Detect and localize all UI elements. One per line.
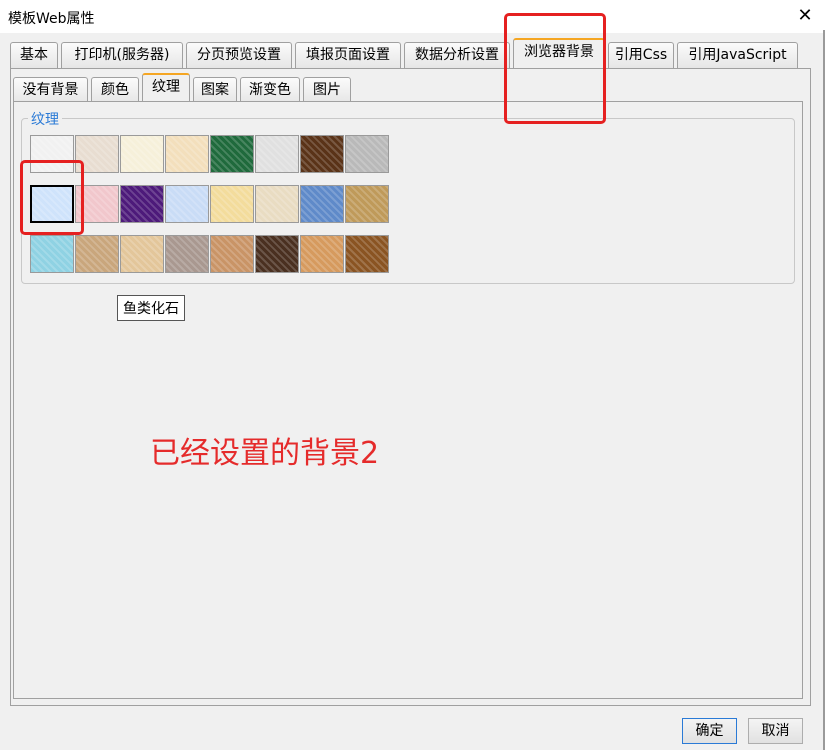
texture-group: 纹理 (21, 109, 795, 284)
tab-basic[interactable]: 基本 (10, 42, 58, 68)
texture-swatch[interactable] (345, 185, 389, 223)
subtab-no-background[interactable]: 没有背景 (13, 77, 88, 103)
texture-swatch[interactable] (255, 135, 299, 173)
tab-ref-javascript[interactable]: 引用JavaScript (677, 42, 798, 68)
subtab-color[interactable]: 颜色 (91, 77, 139, 103)
texture-swatch[interactable] (120, 135, 164, 173)
texture-swatch[interactable] (120, 185, 164, 223)
texture-swatch[interactable] (30, 235, 74, 273)
subtab-image[interactable]: 图片 (303, 77, 351, 103)
title-bar: 模板Web属性 ✕ (0, 0, 825, 34)
tab-ref-css[interactable]: 引用Css (608, 42, 674, 68)
texture-tooltip: 鱼类化石 (117, 295, 185, 321)
ok-button[interactable]: 确定 (682, 718, 737, 744)
texture-swatch[interactable] (300, 235, 344, 273)
highlight-box-tab (504, 13, 606, 124)
texture-swatch[interactable] (255, 235, 299, 273)
window-title: 模板Web属性 (8, 11, 95, 27)
highlight-box-swatch (20, 160, 84, 235)
texture-swatch[interactable] (165, 185, 209, 223)
texture-swatch[interactable] (120, 235, 164, 273)
texture-swatch[interactable] (165, 135, 209, 173)
texture-swatch[interactable] (345, 235, 389, 273)
tab-printer-server[interactable]: 打印机(服务器) (61, 42, 183, 68)
browser-background-panel: 没有背景 颜色 纹理 图案 渐变色 图片 纹理 (10, 68, 811, 706)
texture-swatch[interactable] (210, 235, 254, 273)
subtab-gradient[interactable]: 渐变色 (240, 77, 300, 103)
texture-panel: 纹理 (13, 101, 803, 699)
cancel-button[interactable]: 取消 (748, 718, 803, 744)
dialog-window: 模板Web属性 ✕ 基本 打印机(服务器) 分页预览设置 填报页面设置 数据分析… (0, 0, 825, 750)
texture-swatch[interactable] (300, 135, 344, 173)
tab-page-preview[interactable]: 分页预览设置 (186, 42, 292, 68)
texture-swatch[interactable] (345, 135, 389, 173)
annotation-text: 已经设置的背景2 (150, 436, 380, 471)
subtab-texture[interactable]: 纹理 (142, 73, 190, 104)
texture-swatch[interactable] (210, 135, 254, 173)
main-tab-bar: 基本 打印机(服务器) 分页预览设置 填报页面设置 数据分析设置 浏览器背景 引… (10, 38, 815, 69)
tab-fill-page[interactable]: 填报页面设置 (295, 42, 401, 68)
tab-data-analysis[interactable]: 数据分析设置 (404, 42, 510, 68)
texture-swatch[interactable] (300, 185, 344, 223)
subtab-pattern[interactable]: 图案 (193, 77, 237, 103)
texture-group-label: 纹理 (28, 109, 62, 129)
texture-swatch[interactable] (165, 235, 209, 273)
texture-swatch[interactable] (75, 235, 119, 273)
texture-swatch[interactable] (210, 185, 254, 223)
close-icon[interactable]: ✕ (791, 2, 819, 30)
texture-swatch[interactable] (255, 185, 299, 223)
